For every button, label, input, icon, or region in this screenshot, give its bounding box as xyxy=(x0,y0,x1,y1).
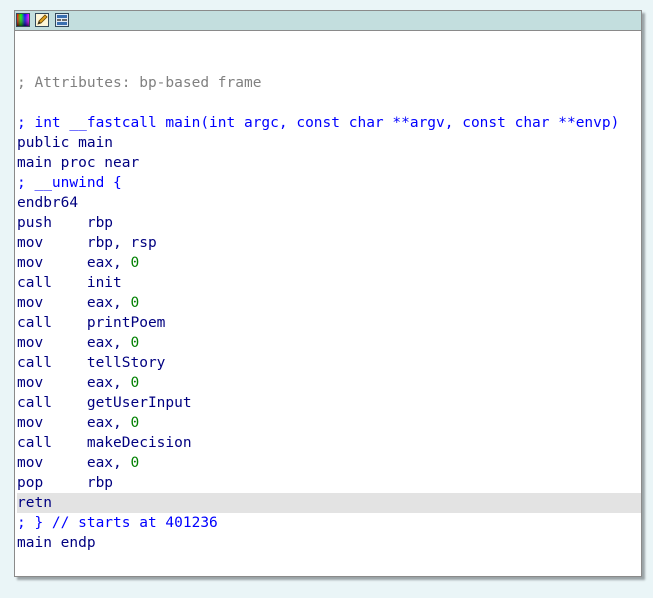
instruction-mnemonic: call xyxy=(17,315,87,331)
instruction-mnemonic: call xyxy=(17,435,87,451)
instruction-operand[interactable]: eax, xyxy=(87,335,131,351)
edit-pencil-icon[interactable] xyxy=(35,13,49,27)
instruction-operand[interactable]: getUserInput xyxy=(87,395,192,411)
instruction-mnemonic: mov xyxy=(17,455,87,471)
endp-directive: main endp xyxy=(17,535,96,551)
instruction-operand[interactable]: eax, xyxy=(87,415,131,431)
instruction-mnemonic: mov xyxy=(17,375,87,391)
immediate-value: 0 xyxy=(130,375,140,391)
instruction-mnemonic: retn xyxy=(17,495,52,511)
color-palette-icon[interactable] xyxy=(16,13,30,27)
instruction-mnemonic: mov xyxy=(17,415,87,431)
instruction-line[interactable]: mov eax, 0 xyxy=(17,293,641,313)
instruction-operand[interactable]: eax, xyxy=(87,455,131,471)
graph-view-icon[interactable] xyxy=(55,13,69,27)
instruction-operand[interactable]: eax, xyxy=(87,375,131,391)
node-titlebar[interactable] xyxy=(15,11,641,31)
instruction-line[interactable]: mov eax, 0 xyxy=(17,413,641,433)
instruction-mnemonic: call xyxy=(17,275,87,291)
instruction-list: endbr64 push rbp mov rbp, rsp mov eax, 0 cal… xyxy=(17,193,641,513)
instruction-mnemonic: endbr64 xyxy=(17,195,79,211)
immediate-value: 0 xyxy=(130,255,140,271)
instruction-mnemonic: pop xyxy=(17,475,87,491)
instruction-operand[interactable]: eax, xyxy=(87,255,131,271)
instruction-line[interactable]: pop rbp xyxy=(17,473,641,493)
instruction-operand[interactable]: rbp xyxy=(87,475,113,491)
instruction-line[interactable]: call init xyxy=(17,273,641,293)
public-directive: public main xyxy=(17,135,114,151)
instruction-mnemonic: mov xyxy=(17,335,87,351)
unwind-comment: ; __unwind { xyxy=(17,175,122,191)
instruction-line[interactable]: call tellStory xyxy=(17,353,641,373)
instruction-line[interactable]: endbr64 xyxy=(17,193,641,213)
instruction-line[interactable]: call getUserInput xyxy=(17,393,641,413)
instruction-mnemonic: mov xyxy=(17,235,87,251)
instruction-operand[interactable]: init xyxy=(87,275,122,291)
immediate-value: 0 xyxy=(130,295,140,311)
instruction-line[interactable]: call printPoem xyxy=(17,313,641,333)
instruction-line[interactable]: push rbp xyxy=(17,213,641,233)
instruction-line[interactable]: mov eax, 0 xyxy=(17,453,641,473)
proc-directive: main proc near xyxy=(17,155,140,171)
instruction-line[interactable]: call makeDecision xyxy=(17,433,641,453)
instruction-mnemonic: mov xyxy=(17,255,87,271)
end-comment: ; } // starts at 401236 xyxy=(17,515,218,531)
function-graph-node[interactable]: ; Attributes: bp-based frame ; int __fas… xyxy=(14,10,642,577)
instruction-mnemonic: push xyxy=(17,215,87,231)
immediate-value: 0 xyxy=(130,335,140,351)
instruction-operand[interactable]: tellStory xyxy=(87,355,166,371)
immediate-value: 0 xyxy=(130,455,140,471)
instruction-line[interactable]: mov eax, 0 xyxy=(17,333,641,353)
instruction-operand[interactable]: eax, xyxy=(87,295,131,311)
instruction-mnemonic: call xyxy=(17,395,87,411)
instruction-line[interactable]: mov eax, 0 xyxy=(17,253,641,273)
instruction-mnemonic: call xyxy=(17,355,87,371)
instruction-line[interactable]: retn xyxy=(17,493,641,513)
instruction-line[interactable]: mov rbp, rsp xyxy=(17,233,641,253)
instruction-line[interactable]: mov eax, 0 xyxy=(17,373,641,393)
instruction-operand[interactable]: rbp, rsp xyxy=(87,235,157,251)
disassembly-listing[interactable]: ; Attributes: bp-based frame ; int __fas… xyxy=(17,73,641,553)
instruction-operand[interactable]: makeDecision xyxy=(87,435,192,451)
immediate-value: 0 xyxy=(130,415,140,431)
instruction-mnemonic: mov xyxy=(17,295,87,311)
signature-comment: ; int __fastcall main(int argc, const ch… xyxy=(17,115,620,131)
instruction-operand[interactable]: rbp xyxy=(87,215,113,231)
instruction-operand[interactable]: printPoem xyxy=(87,315,166,331)
attributes-comment: ; Attributes: bp-based frame xyxy=(17,75,262,91)
